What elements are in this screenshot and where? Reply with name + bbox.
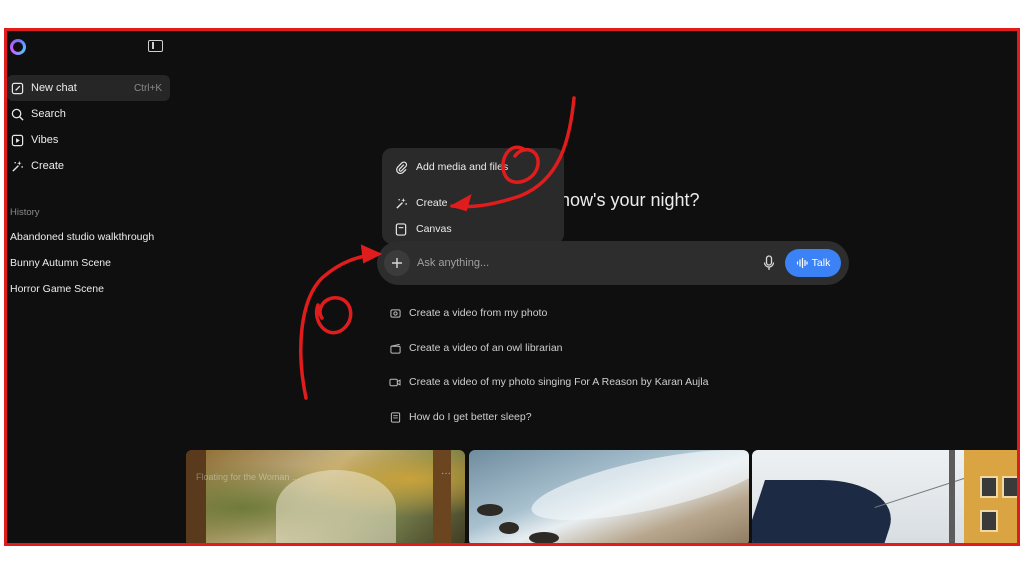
menu-item-label: Add media and files	[416, 161, 509, 173]
sidebar-item-label: Create	[31, 160, 65, 172]
app-window: New chat Ctrl+K Search Vibes Create Hist…	[4, 28, 1020, 546]
suggestion-item[interactable]: Create a video of an owl librarian	[389, 342, 563, 354]
suggestion-label: Create a video from my photo	[409, 307, 548, 319]
suggestion-label: Create a video of an owl librarian	[409, 342, 563, 354]
microphone-icon	[763, 255, 775, 270]
sidebar-item-label: Vibes	[31, 134, 59, 146]
add-attachment-button[interactable]	[384, 250, 410, 276]
thumbnail-scenery	[499, 522, 519, 534]
sparkle-wand-icon	[394, 196, 408, 210]
sidebar-item-create[interactable]: Create	[7, 153, 170, 179]
thumbnail-scenery	[949, 450, 955, 543]
edit-icon	[10, 81, 24, 95]
suggestion-item[interactable]: How do I get better sleep?	[389, 411, 532, 423]
canvas-icon	[394, 222, 408, 236]
microphone-button[interactable]	[761, 254, 777, 272]
video-thumbnail[interactable]	[752, 450, 1017, 543]
greeting-heading: how's your night?	[560, 190, 700, 210]
thumbnail-scenery	[526, 450, 749, 535]
menu-item-create[interactable]: Create	[394, 196, 448, 210]
app-logo-icon[interactable]	[10, 39, 26, 55]
history-item[interactable]: Abandoned studio walkthrough	[10, 231, 154, 243]
suggestion-item[interactable]: Create a video from my photo	[389, 307, 547, 319]
shortcut-hint: Ctrl+K	[133, 82, 162, 94]
menu-item-label: Create	[416, 197, 448, 209]
menu-item-canvas[interactable]: Canvas	[394, 222, 452, 236]
attach-menu: Add media and files Create Canvas	[382, 148, 564, 244]
plus-icon	[392, 258, 402, 268]
talk-button[interactable]: Talk	[785, 249, 841, 277]
history-item[interactable]: Bunny Autumn Scene	[10, 257, 111, 269]
sidebar-toggle-icon[interactable]	[148, 40, 163, 52]
paperclip-icon	[394, 160, 408, 174]
composer: Talk	[377, 241, 849, 285]
thumbnail-scenery	[980, 510, 998, 532]
prompt-input[interactable]	[417, 253, 717, 273]
thumbnail-scenery	[186, 450, 206, 543]
thumbnail-scenery	[1002, 476, 1017, 498]
photo-icon	[389, 307, 401, 319]
suggestion-item[interactable]: Create a video of my photo singing For A…	[389, 376, 708, 388]
waveform-icon	[796, 257, 808, 269]
sidebar-item-vibes[interactable]: Vibes	[7, 127, 170, 153]
thumbnail-scenery	[752, 480, 905, 543]
sidebar-item-label: New chat	[31, 82, 77, 94]
play-icon	[10, 133, 24, 147]
suggestion-label: Create a video of my photo singing For A…	[409, 376, 709, 388]
book-icon	[389, 411, 401, 423]
clapper-icon	[389, 342, 401, 354]
sidebar-item-search[interactable]: Search	[7, 101, 170, 127]
thumbnail-scenery	[529, 532, 559, 543]
video-thumbnail[interactable]	[469, 450, 749, 543]
more-options-icon[interactable]: ···	[441, 468, 451, 479]
suggestion-label: How do I get better sleep?	[409, 411, 532, 423]
thumbnail-caption: Floating for the Woman ...	[196, 472, 300, 482]
thumbnail-scenery	[477, 504, 503, 516]
sidebar-item-label: Search	[31, 108, 66, 120]
menu-item-add-media[interactable]: Add media and files	[394, 160, 508, 174]
video-thumbnail[interactable]: Floating for the Woman ... ···	[186, 450, 465, 543]
sparkle-wand-icon	[10, 159, 24, 173]
search-icon	[10, 107, 24, 121]
history-item[interactable]: Horror Game Scene	[10, 283, 104, 295]
video-icon	[389, 376, 401, 388]
menu-item-label: Canvas	[416, 223, 452, 235]
sidebar: New chat Ctrl+K Search Vibes Create Hist…	[7, 31, 175, 543]
thumbnail-scenery	[433, 450, 451, 543]
talk-label: Talk	[811, 257, 831, 269]
sidebar-item-new-chat[interactable]: New chat Ctrl+K	[7, 75, 170, 101]
thumbnail-scenery	[980, 476, 998, 498]
history-heading: History	[10, 207, 40, 218]
